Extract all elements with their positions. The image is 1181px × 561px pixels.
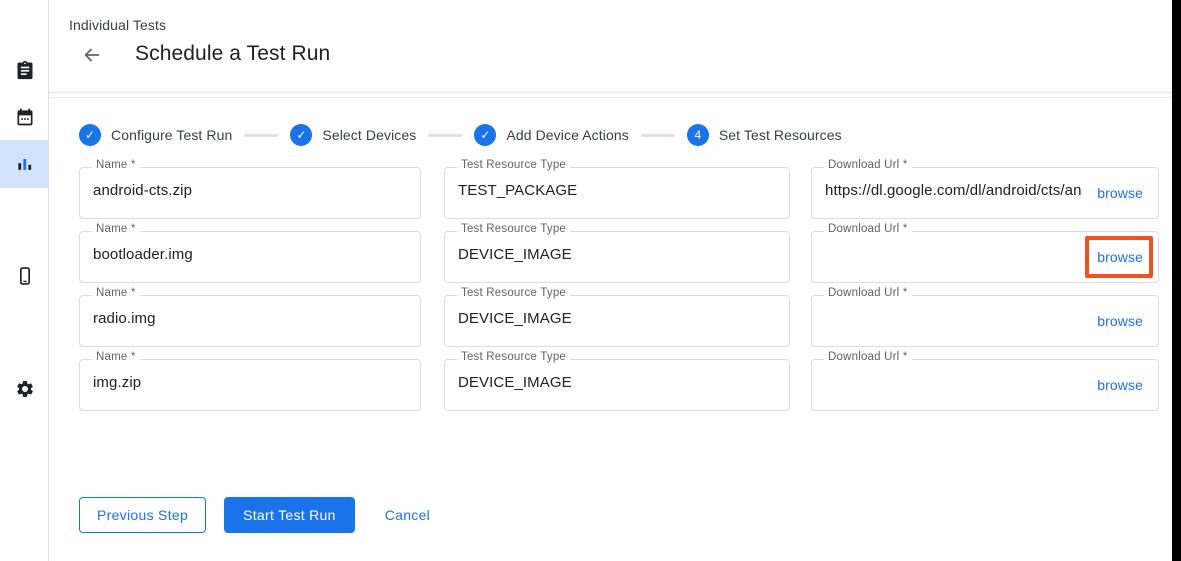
resource-row: Name * bootloader.img Test Resource Type… <box>79 231 1159 283</box>
start-test-run-button[interactable]: Start Test Run <box>224 497 355 533</box>
step-2-marker: ✓ <box>296 129 306 141</box>
sidebar-item-devices[interactable] <box>0 252 49 300</box>
step-1-label: Configure Test Run <box>111 127 232 143</box>
resource-url-value-1: https://dl.google.com/dl/android/cts/and… <box>825 182 1081 199</box>
browse-button-3[interactable]: browse <box>1095 295 1145 347</box>
previous-step-button[interactable]: Previous Step <box>79 497 206 533</box>
resource-name-value-3: radio.img <box>93 310 407 327</box>
resource-type-field-3[interactable]: Test Resource Type DEVICE_IMAGE <box>444 295 790 347</box>
step-4-marker: 4 <box>694 129 701 141</box>
step-3-marker: ✓ <box>480 129 490 141</box>
schedule-test-run-card: ✓ Configure Test Run ✓ Select Devices ✓ … <box>49 97 1172 561</box>
resource-type-field-1[interactable]: Test Resource Type TEST_PACKAGE <box>444 167 790 219</box>
calendar-icon <box>15 107 35 127</box>
test-resources-form: Name * android-cts.zip Test Resource Typ… <box>79 167 1159 423</box>
step-add-device-actions[interactable]: ✓ Add Device Actions <box>474 124 628 146</box>
resource-name-label-2: Name * <box>92 223 140 235</box>
form-actions: Previous Step Start Test Run Cancel <box>79 497 444 533</box>
resource-type-value-4: DEVICE_IMAGE <box>458 374 776 391</box>
step-connector-1 <box>244 134 278 137</box>
app-root: Individual Tests Schedule a Test Run ✓ C… <box>0 0 1181 561</box>
resource-type-field-2[interactable]: Test Resource Type DEVICE_IMAGE <box>444 231 790 283</box>
page-title: Schedule a Test Run <box>135 42 330 66</box>
resource-name-field-4[interactable]: Name * img.zip <box>79 359 421 411</box>
clipboard-list-icon <box>15 60 35 80</box>
resource-name-field-1[interactable]: Name * android-cts.zip <box>79 167 421 219</box>
resource-type-value-3: DEVICE_IMAGE <box>458 310 776 327</box>
step-set-test-resources[interactable]: 4 Set Test Resources <box>687 124 842 146</box>
resource-url-label-4: Download Url * <box>824 351 912 363</box>
resource-url-field-4[interactable]: Download Url * browse <box>811 359 1159 411</box>
wizard-stepper: ✓ Configure Test Run ✓ Select Devices ✓ … <box>79 124 842 146</box>
resource-name-label-4: Name * <box>92 351 140 363</box>
browse-button-1[interactable]: browse <box>1095 167 1145 219</box>
bar-chart-icon <box>15 154 35 174</box>
resource-type-value-1: TEST_PACKAGE <box>458 182 776 199</box>
resource-name-value-4: img.zip <box>93 374 407 391</box>
sidebar-item-test-plans[interactable] <box>0 93 49 141</box>
resource-type-label-2: Test Resource Type <box>457 223 570 235</box>
resource-type-value-2: DEVICE_IMAGE <box>458 246 776 263</box>
arrow-left-icon <box>81 44 103 71</box>
browse-button-4[interactable]: browse <box>1095 359 1145 411</box>
step-select-devices[interactable]: ✓ Select Devices <box>290 124 416 146</box>
resource-url-field-1[interactable]: Download Url * https://dl.google.com/dl/… <box>811 167 1159 219</box>
step-1-marker: ✓ <box>85 129 95 141</box>
breadcrumb[interactable]: Individual Tests <box>69 17 166 33</box>
back-button[interactable] <box>78 43 106 71</box>
sidebar-item-test-results[interactable] <box>0 140 49 188</box>
browse-button-2[interactable]: browse <box>1095 231 1145 283</box>
step-3-label: Add Device Actions <box>506 127 628 143</box>
resource-name-label-3: Name * <box>92 287 140 299</box>
resource-type-field-4[interactable]: Test Resource Type DEVICE_IMAGE <box>444 359 790 411</box>
resource-row: Name * radio.img Test Resource Type DEVI… <box>79 295 1159 347</box>
step-configure-test-run[interactable]: ✓ Configure Test Run <box>79 124 232 146</box>
resource-name-field-3[interactable]: Name * radio.img <box>79 295 421 347</box>
device-phone-icon <box>15 266 35 286</box>
resource-name-field-2[interactable]: Name * bootloader.img <box>79 231 421 283</box>
sidebar-item-individual-tests[interactable] <box>0 46 49 94</box>
cancel-button[interactable]: Cancel <box>371 497 444 533</box>
resource-type-label-1: Test Resource Type <box>457 159 570 171</box>
step-connector-3 <box>641 134 675 137</box>
step-2-label: Select Devices <box>322 127 416 143</box>
step-2-check-icon: ✓ <box>290 124 312 146</box>
step-connector-2 <box>428 134 462 137</box>
resource-url-label-3: Download Url * <box>824 287 912 299</box>
step-4-number-badge: 4 <box>687 124 709 146</box>
resource-name-label-1: Name * <box>92 159 140 171</box>
settings-gear-icon <box>15 379 35 399</box>
resource-url-label-1: Download Url * <box>824 159 912 171</box>
page-header: Individual Tests Schedule a Test Run <box>49 0 1172 93</box>
resource-url-label-2: Download Url * <box>824 223 912 235</box>
resource-url-field-2[interactable]: Download Url * browse <box>811 231 1159 283</box>
resource-row: Name * android-cts.zip Test Resource Typ… <box>79 167 1159 219</box>
resource-row: Name * img.zip Test Resource Type DEVICE… <box>79 359 1159 411</box>
step-1-check-icon: ✓ <box>79 124 101 146</box>
resource-name-value-1: android-cts.zip <box>93 182 407 199</box>
sidebar-item-settings[interactable] <box>0 365 49 413</box>
resource-type-label-4: Test Resource Type <box>457 351 570 363</box>
right-edge-strip <box>1172 0 1181 561</box>
resource-url-field-3[interactable]: Download Url * browse <box>811 295 1159 347</box>
resource-name-value-2: bootloader.img <box>93 246 407 263</box>
step-4-label: Set Test Resources <box>719 127 842 143</box>
sidebar-nav <box>0 0 49 561</box>
resource-type-label-3: Test Resource Type <box>457 287 570 299</box>
step-3-check-icon: ✓ <box>474 124 496 146</box>
